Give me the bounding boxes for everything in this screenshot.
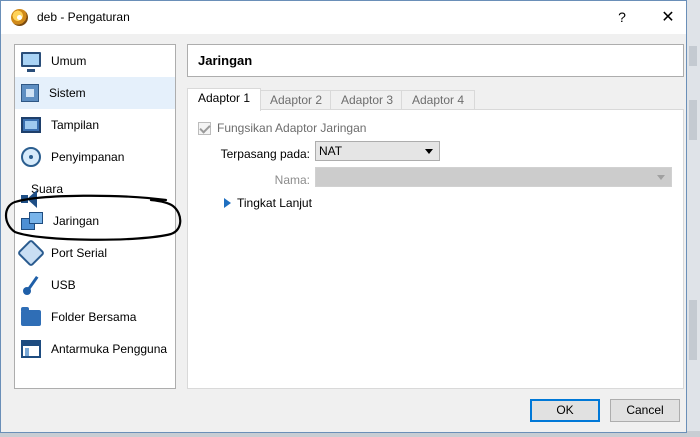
close-button[interactable]: ✕ [645, 1, 691, 34]
sidebar-item-label: Tampilan [51, 118, 100, 132]
enable-adapter-label: Fungsikan Adaptor Jaringan [217, 121, 367, 135]
chip-icon [21, 84, 39, 102]
sidebar-item-tampilan[interactable]: Tampilan [15, 109, 175, 141]
enable-adapter-checkbox[interactable] [198, 121, 211, 135]
sidebar-item-umum[interactable]: Umum [15, 45, 175, 77]
section-title: Jaringan [198, 53, 253, 68]
sidebar-item-usb[interactable]: USB [15, 269, 175, 301]
settings-dialog: deb - Pengaturan ? ✕ Umum Sistem Tampila… [0, 0, 687, 433]
cancel-button[interactable]: Cancel [610, 399, 680, 422]
sidebar-item-label: Jaringan [53, 214, 100, 228]
shared-folder-icon [21, 307, 41, 326]
attached-to-select[interactable]: NAT [315, 141, 440, 161]
sidebar-item-label: Penyimpanan [51, 150, 125, 164]
sidebar-item-sistem[interactable]: Sistem [15, 77, 175, 109]
storage-icon [21, 147, 41, 167]
sidebar-item-penyimpanan[interactable]: Penyimpanan [15, 141, 175, 173]
name-label: Nama: [274, 173, 310, 187]
sidebar-item-label: Umum [51, 54, 87, 68]
expand-arrow-icon [224, 198, 231, 208]
sidebar-item-label: Port Serial [51, 246, 108, 260]
settings-sidebar: Umum Sistem Tampilan Penyimpanan Suara J… [14, 44, 176, 389]
user-interface-icon [21, 340, 41, 358]
attached-to-label: Terpasang pada: [220, 147, 310, 161]
serial-port-icon [16, 238, 46, 268]
chevron-down-icon [657, 175, 665, 180]
chevron-down-icon [425, 149, 433, 154]
sidebar-item-antarmuka-pengguna[interactable]: Antarmuka Pengguna [15, 333, 175, 365]
display-icon [21, 117, 41, 133]
usb-icon [21, 275, 41, 295]
advanced-label: Tingkat Lanjut [237, 196, 312, 210]
sidebar-item-label: Folder Bersama [51, 310, 137, 324]
sidebar-item-label: Antarmuka Pengguna [51, 342, 168, 356]
window-title: deb - Pengaturan [37, 10, 130, 24]
enable-adapter-checkbox-row[interactable]: Fungsikan Adaptor Jaringan [198, 121, 366, 135]
tab-adaptor-2[interactable]: Adaptor 2 [259, 90, 334, 110]
attached-to-value: NAT [319, 144, 343, 158]
sidebar-item-folder-bersama[interactable]: Folder Bersama [15, 301, 175, 333]
title-bar: deb - Pengaturan ? ✕ [1, 1, 686, 34]
virtualbox-icon [11, 9, 28, 26]
tab-adaptor-3[interactable]: Adaptor 3 [330, 90, 405, 110]
help-button[interactable]: ? [599, 1, 645, 34]
sidebar-item-label: Sistem [49, 86, 86, 100]
monitor-icon [21, 51, 41, 72]
tab-adaptor-4[interactable]: Adaptor 4 [401, 90, 476, 110]
sidebar-item-suara[interactable]: Suara [15, 173, 175, 208]
sidebar-item-jaringan[interactable]: Jaringan [15, 205, 175, 237]
name-select [315, 167, 672, 187]
tab-adaptor-1[interactable]: Adaptor 1 [187, 88, 262, 111]
sidebar-item-label: USB [51, 278, 76, 292]
section-header: Jaringan [187, 44, 684, 77]
network-icon [21, 212, 43, 230]
sidebar-item-port-serial[interactable]: Port Serial [15, 237, 175, 269]
adapter-panel: Fungsikan Adaptor Jaringan Terpasang pad… [187, 109, 684, 389]
ok-button[interactable]: OK [530, 399, 600, 422]
advanced-toggle[interactable]: Tingkat Lanjut [224, 196, 312, 210]
